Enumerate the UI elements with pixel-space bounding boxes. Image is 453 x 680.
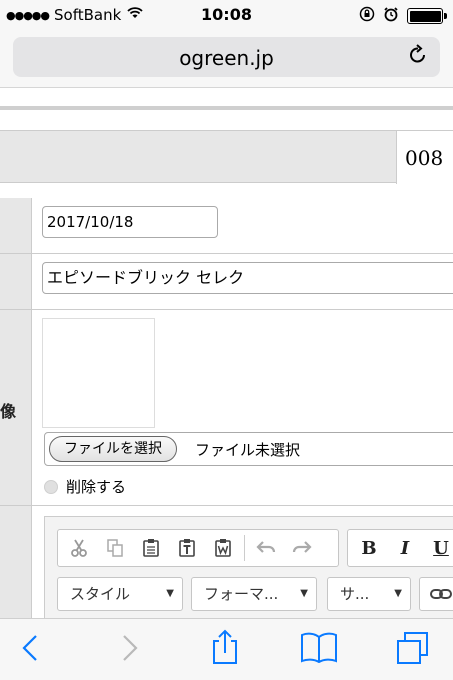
underline-button[interactable]: U [426, 534, 453, 562]
record-id: 008 [405, 146, 444, 170]
paste-text-icon[interactable] [172, 534, 202, 562]
format-combo-label: フォーマ... [204, 585, 279, 603]
choose-file-button[interactable]: ファイルを選択 [49, 436, 177, 462]
browser-toolbar: ogreen.jp [0, 30, 453, 88]
date-field[interactable]: 2017/10/18 [42, 206, 218, 238]
bold-button[interactable]: B [354, 534, 384, 562]
redo-icon[interactable] [287, 534, 317, 562]
safari-page: ●●●●● SoftBank 10:08 ogreen.jp 008 2017/… [0, 0, 453, 680]
tabs-icon[interactable] [396, 631, 430, 673]
browser-bottom-toolbar [0, 618, 453, 680]
orientation-lock-icon [359, 6, 375, 26]
delete-label: 削除する [66, 478, 127, 496]
form-row-date: 2017/10/18 [0, 198, 453, 254]
record-header-row: 008 [0, 130, 453, 184]
image-label: 像 [0, 402, 17, 421]
chevron-down-icon: ▼ [394, 588, 402, 599]
form-row-image: 像 ファイルを選択 ファイル未選択 削除する [0, 310, 453, 506]
image-preview [42, 318, 155, 428]
divider [0, 106, 453, 110]
style-combo-label: スタイル [70, 585, 131, 603]
alarm-icon [383, 6, 399, 26]
size-combo[interactable]: サ... ▼ [327, 577, 411, 611]
battery-icon [407, 8, 447, 24]
title-field[interactable]: エピソードブリック セレク [42, 262, 453, 294]
italic-button[interactable]: I [390, 534, 420, 562]
chevron-down-icon: ▼ [300, 588, 308, 599]
link-icon[interactable] [426, 580, 453, 608]
back-icon[interactable] [20, 633, 40, 671]
paste-icon[interactable] [136, 534, 166, 562]
page-content: 008 2017/10/18 エピソードブリック セレク 像 ファイルを選択 フ… [0, 88, 453, 646]
file-status: ファイル未選択 [195, 441, 301, 459]
forward-icon[interactable] [120, 633, 140, 671]
reload-icon[interactable] [408, 44, 428, 71]
url-text[interactable]: ogreen.jp [13, 46, 440, 70]
format-combo[interactable]: フォーマ... ▼ [191, 577, 317, 611]
delete-option[interactable]: 削除する [44, 476, 126, 497]
bookmarks-icon[interactable] [300, 631, 338, 671]
file-input[interactable]: ファイルを選択 ファイル未選択 [44, 432, 453, 466]
cut-icon[interactable] [64, 534, 94, 562]
paste-word-icon[interactable] [208, 534, 238, 562]
share-icon[interactable] [210, 629, 240, 673]
size-combo-label: サ... [340, 585, 370, 603]
delete-checkbox[interactable] [44, 479, 58, 494]
chevron-down-icon: ▼ [166, 588, 174, 599]
link-toolbar-group [419, 577, 453, 611]
row-label-cell: 像 [0, 310, 32, 505]
address-bar[interactable]: ogreen.jp [13, 37, 440, 77]
row-label-cell [0, 254, 32, 309]
form-row-title: エピソードブリック セレク [0, 254, 453, 310]
status-bar: ●●●●● SoftBank 10:08 [0, 0, 453, 30]
format-toolbar-group: B I U [347, 529, 453, 567]
toolbar-separator [244, 535, 245, 561]
undo-icon[interactable] [251, 534, 281, 562]
record-id-cell: 008 [396, 131, 453, 184]
style-combo[interactable]: スタイル ▼ [57, 577, 183, 611]
clipboard-toolbar-group [57, 529, 339, 567]
copy-icon[interactable] [100, 534, 130, 562]
row-label-cell [0, 198, 32, 253]
